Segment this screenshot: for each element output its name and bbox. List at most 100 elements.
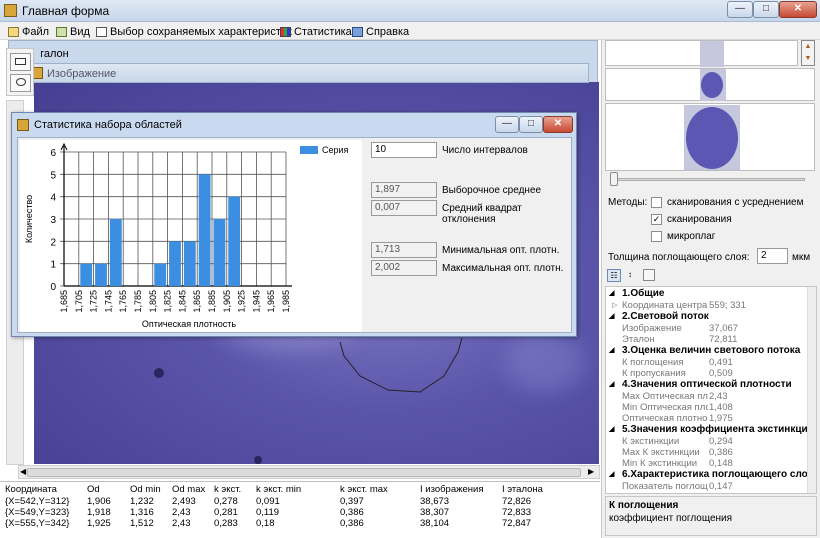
thickness-unit: мкм xyxy=(792,252,811,263)
dialog-minimize-button[interactable]: — xyxy=(495,116,519,133)
categorized-icon[interactable]: ☷ xyxy=(607,269,621,282)
expand-icon[interactable]: ▷ xyxy=(612,300,617,311)
scrollbar-thumb[interactable] xyxy=(27,468,581,477)
collapse-icon[interactable]: ◢ xyxy=(609,345,614,356)
rectangle-tool-icon[interactable] xyxy=(10,53,31,71)
table-cell: 0,119 xyxy=(256,507,280,518)
maximize-button[interactable]: □ xyxy=(753,1,779,18)
collapse-icon[interactable]: ◢ xyxy=(609,469,614,480)
x-tick-label: 1,945 xyxy=(251,290,261,313)
propgrid-category[interactable]: ◢ 3.Оценка величин светового потока xyxy=(606,345,816,356)
property-name: Показатель поглощения xyxy=(622,481,708,492)
propgrid-scrollbar[interactable] xyxy=(807,287,816,493)
thickness-input[interactable]: 2 xyxy=(757,248,788,264)
results-table[interactable]: Координата Od Od min Od max k экст. k экст. m… xyxy=(0,481,600,538)
menu-file[interactable]: Файл xyxy=(8,24,49,39)
method-checkbox-scan[interactable]: ✓ xyxy=(651,214,662,225)
dialog-maximize-button[interactable]: □ xyxy=(519,116,543,133)
property-name: Эталон xyxy=(622,334,655,345)
propgrid-row[interactable]: ▷ Координата центра 559; 331 xyxy=(606,300,816,311)
table-cell: 72,833 xyxy=(502,507,532,518)
y-tick-label: 6 xyxy=(50,148,56,159)
table-header[interactable]: k экст. xyxy=(214,484,241,495)
preview-small xyxy=(605,40,798,67)
propgrid-row[interactable]: К пропускания 0,509 xyxy=(606,368,816,379)
image-horizontal-scrollbar[interactable]: ◀ ▶ xyxy=(18,465,600,479)
scroll-right-icon[interactable]: ▶ xyxy=(588,467,594,476)
propgrid-row[interactable]: К поглощения 0,491 xyxy=(606,357,816,368)
table-header[interactable]: Od xyxy=(87,484,100,495)
minimize-button[interactable]: — xyxy=(727,1,753,18)
property-name: К экстинкции xyxy=(622,436,680,447)
propgrid-row[interactable]: К экстинкции 0,294 xyxy=(606,436,816,447)
preview-spinner[interactable]: ▲ ▼ xyxy=(801,40,815,66)
property-name: Координата центра xyxy=(622,300,708,311)
menu-help[interactable]: Справка xyxy=(352,24,409,39)
propgrid-toolbar: ☷ ↕ xyxy=(605,268,817,284)
min-density-field: 1,713 xyxy=(371,242,437,258)
menu-select-characteristics[interactable]: Выбор сохраняемых характеристик xyxy=(96,24,292,39)
dialog-close-button[interactable]: ✕ xyxy=(543,116,573,133)
method-checkbox-microplug[interactable] xyxy=(651,231,662,242)
close-button[interactable]: ✕ xyxy=(779,1,817,18)
scroll-left-icon[interactable]: ◀ xyxy=(20,467,26,476)
propgrid-row[interactable]: Min К экстинкции 0,148 xyxy=(606,458,816,469)
x-tick-label: 1,805 xyxy=(148,290,158,313)
view-icon xyxy=(56,26,67,37)
image-window-titlebar[interactable]: Изображение xyxy=(24,63,589,83)
table-cell: 0,281 xyxy=(214,507,238,518)
max-density-label: Максимальная опт. плотн. xyxy=(442,263,564,274)
collapse-icon[interactable]: ◢ xyxy=(609,379,614,390)
propgrid-row[interactable]: Max Оптическая плотность2,43 xyxy=(606,391,816,402)
histogram-chart: 0 1 2 3 4 5 6 1,685 1,705 1,725 1,745 1,765 1,785 1,8… xyxy=(20,140,362,332)
menu-view[interactable]: Вид xyxy=(56,24,90,39)
zoom-slider-thumb[interactable] xyxy=(610,172,618,186)
description-text: коэффициент поглощения xyxy=(609,513,733,524)
table-header[interactable]: Od min xyxy=(130,484,161,495)
histogram-bar xyxy=(109,219,122,286)
propgrid-category[interactable]: ◢ 2.Световой поток xyxy=(606,311,816,322)
collapse-icon[interactable]: ◢ xyxy=(609,311,614,322)
table-header[interactable]: I эталона xyxy=(502,484,543,495)
etalon-window-title: Эталон xyxy=(31,48,69,60)
main-titlebar: Главная форма — □ ✕ xyxy=(0,0,820,22)
collapse-icon[interactable]: ◢ xyxy=(609,288,614,299)
propgrid-category[interactable]: ◢ 5.Значения коэффициента экстинкции xyxy=(606,424,816,435)
table-cell: 0,283 xyxy=(214,518,238,529)
table-cell: 1,512 xyxy=(130,518,154,529)
property-grid[interactable]: ◢ 1.Общие ▷ Координата центра 559; 331 ◢ 2.Све… xyxy=(605,286,817,494)
table-header[interactable]: k экст. min xyxy=(256,484,301,495)
property-pages-icon[interactable] xyxy=(643,269,655,281)
propgrid-row[interactable]: Изображение 37,067 xyxy=(606,323,816,334)
statistics-dialog: Статистика набора областей — □ ✕ 0 1 2 3 4 5 6… xyxy=(11,112,577,337)
propgrid-row[interactable]: Min Оптическая плотность1,408 xyxy=(606,402,816,413)
table-header[interactable]: k экст. max xyxy=(340,484,388,495)
table-header[interactable]: Координата xyxy=(5,484,57,495)
intervals-input[interactable]: 10 xyxy=(371,142,437,158)
collapse-icon[interactable]: ◢ xyxy=(609,424,614,435)
propgrid-category[interactable]: ◢ 1.Общие xyxy=(606,288,816,299)
table-cell: 1,918 xyxy=(87,507,111,518)
menu-statistics[interactable]: Статистика xyxy=(280,24,352,39)
table-header[interactable]: Od max xyxy=(172,484,205,495)
table-header[interactable]: I изображения xyxy=(420,484,483,495)
alphabetical-icon[interactable]: ↕ xyxy=(623,269,637,282)
x-tick-label: 1,765 xyxy=(118,290,128,313)
propgrid-row[interactable]: Max К экстинкции 0,386 xyxy=(606,447,816,458)
propgrid-row[interactable]: Оптическая плотность1,975 xyxy=(606,413,816,424)
propgrid-category[interactable]: ◢ 6.Характеристика поглощающего слоя xyxy=(606,469,816,480)
histogram-bar xyxy=(183,241,196,286)
x-tick-label: 1,885 xyxy=(207,290,217,313)
propgrid-category[interactable]: ◢ 4.Значения оптической плотности xyxy=(606,379,816,390)
propgrid-row[interactable]: Показатель поглощения0,147 xyxy=(606,481,816,492)
histogram-bar xyxy=(80,263,93,286)
propgrid-row[interactable]: Эталон 72,811 xyxy=(606,334,816,345)
zoom-slider-track[interactable] xyxy=(612,178,805,181)
y-tick-label: 3 xyxy=(50,215,56,226)
x-tick-label: 1,905 xyxy=(222,290,232,313)
lasso-tool-icon[interactable] xyxy=(10,74,31,92)
dialog-body: 0 1 2 3 4 5 6 1,685 1,705 1,725 1,745 1,765 1,785 1,8… xyxy=(17,137,572,333)
method-label-scan: сканирования xyxy=(667,214,732,225)
table-cell: 0,18 xyxy=(256,518,275,529)
method-checkbox-avg[interactable] xyxy=(651,197,662,208)
